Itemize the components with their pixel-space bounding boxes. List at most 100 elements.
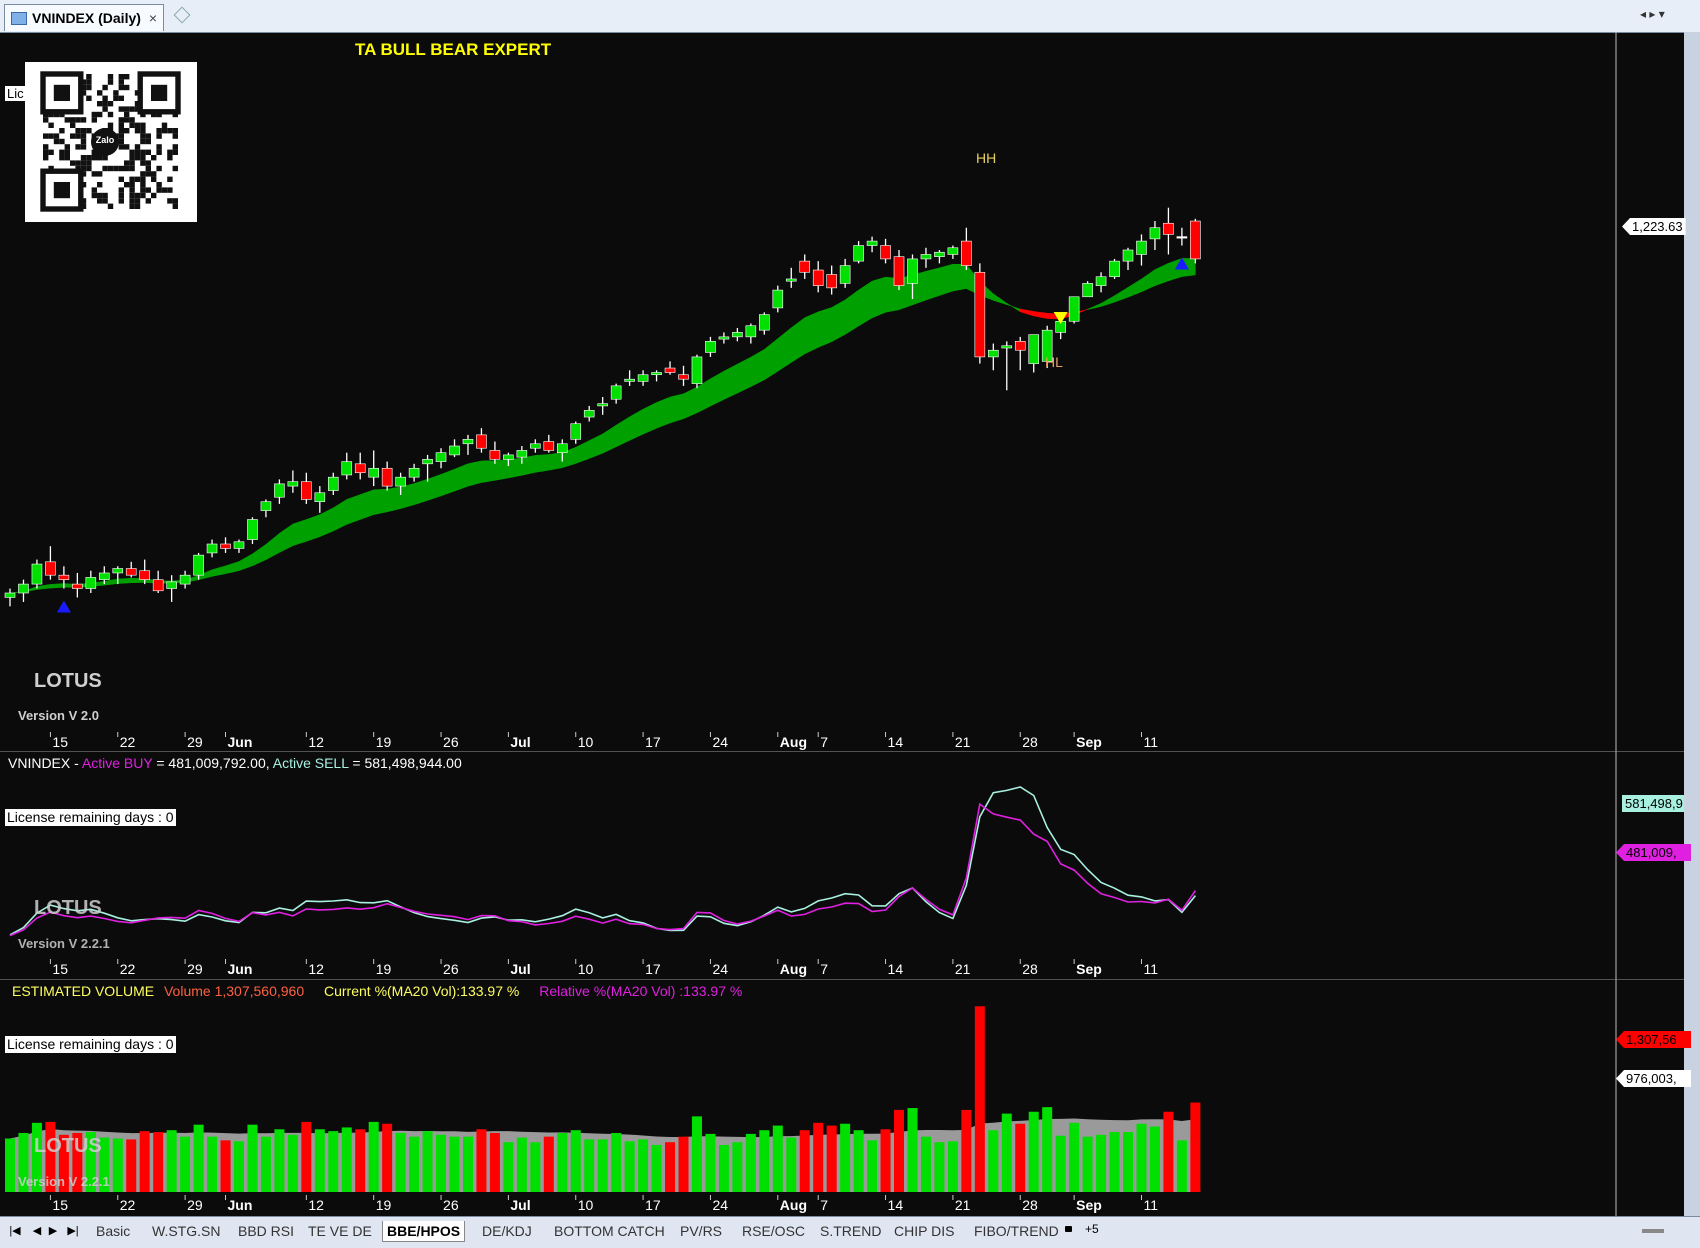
- candle-body: [112, 568, 124, 574]
- qr-cell: [145, 171, 151, 177]
- sheet-tab-s-trend[interactable]: S.TREND: [816, 1221, 885, 1241]
- lock-icon[interactable]: [1065, 1226, 1072, 1232]
- trend-band-segment: [925, 267, 940, 301]
- qr-cell: [124, 111, 130, 118]
- candle-body: [1122, 249, 1134, 262]
- qr-cell: [124, 117, 130, 123]
- candle-body: [31, 563, 43, 585]
- volume-bar: [287, 1134, 298, 1192]
- qr-cell: [151, 176, 157, 182]
- qr-cell: [107, 203, 114, 209]
- trend-band-segment: [211, 565, 226, 577]
- volume-x-tick-label: 26: [443, 1197, 459, 1213]
- last-sheet-button[interactable]: ▶|: [66, 1222, 80, 1238]
- active-buy-tag: 481,009,: [1616, 844, 1691, 861]
- sheet-tab-bbd-rsi[interactable]: BBD RSI: [234, 1221, 298, 1241]
- sheet-tab-de-kdj[interactable]: DE/KDJ: [478, 1221, 536, 1241]
- sheet-tab-bbe-hpos[interactable]: BBE/HPOS: [382, 1221, 466, 1242]
- prev-sheet-button[interactable]: ◀: [30, 1222, 44, 1238]
- close-icon[interactable]: ×: [149, 10, 157, 26]
- active-x-tick-label: 22: [120, 961, 136, 977]
- active-x-tick-label: Jul: [510, 961, 530, 977]
- qr-cell: [86, 165, 92, 172]
- scroll-tabs-icon[interactable]: ◂ ▸ ▾: [1640, 7, 1665, 21]
- active-x-tick-label: 29: [187, 961, 203, 977]
- volume-bar: [489, 1132, 500, 1192]
- qr-cell: [107, 165, 114, 172]
- volume-bar: [328, 1131, 339, 1192]
- candle-body: [476, 434, 487, 449]
- sheet-tab-basic[interactable]: Basic: [92, 1221, 134, 1241]
- volume-x-tick-label: 17: [645, 1197, 661, 1213]
- candle-body: [988, 349, 999, 358]
- qr-cell: [156, 182, 162, 188]
- candle-body: [610, 385, 622, 400]
- next-sheet-button[interactable]: ▶: [46, 1222, 60, 1238]
- price-x-tick-label: 14: [888, 734, 904, 750]
- active-x-tick-label: 15: [52, 961, 68, 977]
- qr-zalo-label: Zalo: [95, 135, 115, 145]
- candle-body: [98, 572, 110, 580]
- volume-bar: [449, 1136, 460, 1192]
- lotus-watermark-active: LOTUS: [34, 897, 102, 919]
- sheet-tab-fibo-trend[interactable]: FIBO/TREND: [970, 1221, 1063, 1241]
- qr-finder-center: [151, 84, 168, 101]
- qr-cell: [102, 165, 108, 172]
- qr-cell: [167, 176, 173, 182]
- trend-band-segment: [467, 460, 482, 487]
- tab-vnindex-daily[interactable]: VNINDEX (Daily) ×: [4, 4, 165, 31]
- price-chart: 15 22 29 Jun 12 19 26 Jul 10 17 24 Aug 7 14 21 28 Sep 11: [0, 32, 1684, 752]
- new-tab-icon[interactable]: [173, 6, 191, 24]
- active-x-tick-label: 19: [376, 961, 392, 977]
- volume-bar: [153, 1132, 164, 1192]
- sheet-tab-te-ve-de[interactable]: TE VE DE: [304, 1221, 376, 1241]
- volume-x-tick-label: 10: [578, 1197, 594, 1213]
- sheet-tab-rse-osc[interactable]: RSE/OSC: [738, 1221, 809, 1241]
- volume-bar: [597, 1139, 608, 1192]
- qr-cell: [134, 176, 141, 182]
- add-sheet-icon[interactable]: +5: [1085, 1222, 1099, 1236]
- qr-cell: [161, 187, 168, 193]
- sheet-tab-chip-dis[interactable]: CHIP DIS: [890, 1221, 958, 1241]
- qr-cell: [97, 155, 103, 161]
- sheet-tab-bottom-catch[interactable]: BOTTOM CATCH: [550, 1221, 669, 1241]
- trend-band-segment: [306, 514, 321, 542]
- qr-cell: [118, 122, 124, 128]
- volume-value: Volume 1,307,560,960: [163, 983, 305, 999]
- sheet-scroll-thumb[interactable]: [1642, 1229, 1664, 1233]
- version-label: Version V 2.0: [18, 708, 99, 723]
- trend-band-segment: [831, 299, 846, 343]
- qr-cell: [97, 182, 103, 188]
- trend-band-segment: [359, 489, 374, 520]
- qr-cell: [140, 187, 146, 193]
- qr-cell: [75, 117, 81, 123]
- volume-current-pct: Current %(MA20 Vol):133.97 %: [324, 983, 520, 999]
- qr-cell: [129, 155, 135, 161]
- qr-cell: [102, 198, 108, 204]
- candle-body: [1014, 341, 1026, 351]
- qr-cell: [64, 149, 70, 155]
- volume-bar: [476, 1129, 487, 1192]
- volume-x-tick-label: 24: [712, 1197, 728, 1213]
- trend-band-segment: [952, 263, 967, 292]
- qr-cell: [172, 133, 178, 139]
- qr-cell: [118, 117, 124, 123]
- active-x-tick-label: 12: [308, 961, 324, 977]
- active-buy-label: Active BUY: [81, 755, 153, 771]
- first-sheet-button[interactable]: |◀: [8, 1222, 22, 1238]
- candle-body: [125, 568, 137, 576]
- volume-bar: [382, 1123, 393, 1192]
- qr-cell: [48, 149, 54, 155]
- active-sell-value: = 581,498,944.00: [348, 755, 462, 771]
- candle-body: [449, 445, 460, 456]
- sheet-tab-w-stg-sn[interactable]: W.STG.SN: [148, 1221, 224, 1241]
- volume-bar: [314, 1129, 325, 1192]
- trend-band-segment: [521, 455, 536, 476]
- sheet-tab-pv-rs[interactable]: PV/RS: [676, 1221, 726, 1241]
- candle-body: [1163, 222, 1174, 235]
- trend-band-segment: [440, 468, 455, 497]
- volume-x-tick-label: Sep: [1076, 1197, 1102, 1213]
- price-x-tick-label: 7: [820, 734, 828, 750]
- candle-body: [718, 336, 730, 340]
- qr-cell: [53, 138, 60, 145]
